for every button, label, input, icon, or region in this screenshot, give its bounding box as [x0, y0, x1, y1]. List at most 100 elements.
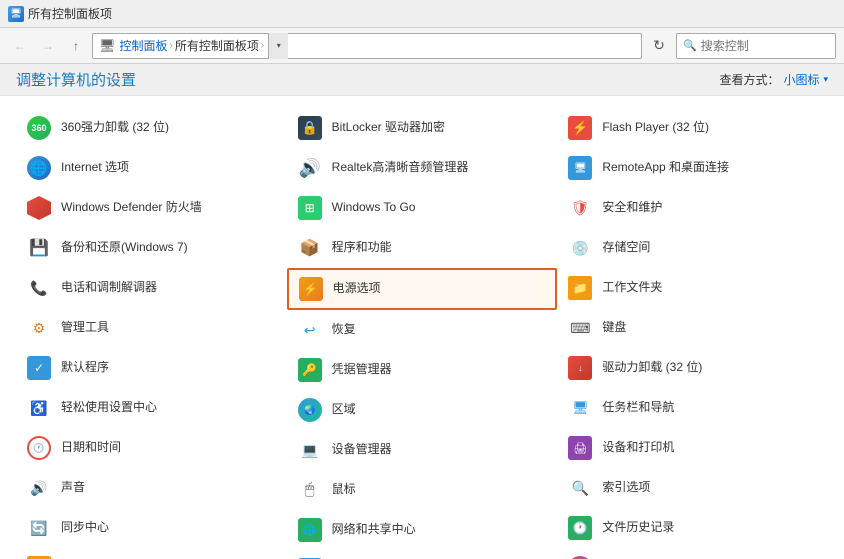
breadcrumb: 控制面板 › 所有控制面板项 › [120, 37, 265, 54]
window-icon: 🖥 [8, 6, 24, 22]
control-item-keyboard[interactable]: ⌨ 键盘 [557, 308, 828, 348]
devprint-icon: 🖨 [566, 434, 594, 462]
search-icon: 🔍 [683, 39, 697, 52]
programs-icon: 📦 [296, 234, 324, 262]
360dl-label: 驱动力卸载 (32 位) [602, 360, 702, 376]
control-item-storage[interactable]: 💿存储空间 [557, 228, 828, 268]
control-item-flash[interactable]: ⚡ Flash Player (32 位) [557, 108, 828, 148]
bitlocker-icon: 🔒 [296, 114, 324, 142]
recover-icon: ↩ [296, 316, 324, 344]
breadcrumb-item-1[interactable]: 所有控制面板项 [175, 37, 259, 54]
control-item-index[interactable]: 🔍索引选项 [557, 468, 828, 508]
control-item-devprint[interactable]: 🖨设备和打印机 [557, 428, 828, 468]
address-input[interactable]: 🖥 控制面板 › 所有控制面板项 › ▾ [92, 33, 642, 59]
phone-icon: 📞 [25, 274, 53, 302]
title-bar: 🖥 所有控制面板项 [0, 0, 844, 28]
control-item-credential[interactable]: 🔑凭据管理器 [287, 350, 558, 390]
power-label: 电源选项 [333, 281, 381, 297]
sound-icon: 🔊 [25, 474, 53, 502]
control-item-realtek[interactable]: 🔊 Realtek高清晰音频管理器 [287, 148, 558, 188]
control-item-network[interactable]: 🌐 网络和共享中心 [287, 510, 558, 550]
control-item-defender[interactable]: Windows Defender 防火墙 [16, 188, 287, 228]
forward-button[interactable]: → [36, 34, 60, 58]
up-button[interactable]: ↑ [64, 34, 88, 58]
control-item-360dl[interactable]: ↓ 驱动力卸载 (32 位) [557, 348, 828, 388]
control-item-workfolder[interactable]: 📁 工作文件夹 [557, 268, 828, 308]
control-item-taskbar[interactable]: 🖥任务栏和导航 [557, 388, 828, 428]
network-label: 网络和共享中心 [332, 522, 416, 538]
refresh-button[interactable]: ↻ [646, 33, 672, 59]
control-item-devmgr[interactable]: 💻设备管理器 [287, 430, 558, 470]
view-mode-selector: 查看方式： 小图标 ▾ [719, 71, 828, 88]
control-item-power[interactable]: ⚡ 电源选项 [287, 268, 558, 310]
items-grid: 360360强力卸载 (32 位)🌐Internet 选项 Windows Def… [16, 108, 828, 559]
control-item-sync[interactable]: 🔄同步中心 [16, 508, 287, 548]
control-item-security[interactable]: 🛡 安全和维护 [557, 188, 828, 228]
security-label: 安全和维护 [602, 200, 662, 216]
view-option-link[interactable]: 小图标 [783, 71, 819, 88]
control-item-sound[interactable]: 🔊 声音 [16, 468, 287, 508]
control-item-region[interactable]: 🌏区域 [287, 390, 558, 430]
control-item-filemgr[interactable]: 📁文件资源管理器选项 [16, 548, 287, 559]
realtek-label: Realtek高清晰音频管理器 [332, 160, 469, 176]
flash-label: Flash Player (32 位) [602, 120, 709, 136]
control-item-datetime[interactable]: 🕐日期和时间 [16, 428, 287, 468]
filehist-icon: 🕐 [566, 514, 594, 542]
control-item-phone[interactable]: 📞 电话和调制解调器 [16, 268, 287, 308]
ease-label: 轻松使用设置中心 [61, 400, 157, 416]
sound-label: 声音 [61, 480, 85, 496]
control-item-manage[interactable]: ⚙管理工具 [16, 308, 287, 348]
manage-icon: ⚙ [25, 314, 53, 342]
view-label: 查看方式： [719, 71, 779, 88]
control-item-mouse[interactable]: 🖱鼠标 [287, 470, 558, 510]
backup-icon: 💾 [25, 234, 53, 262]
control-item-defaultprog[interactable]: ✓默认程序 [16, 348, 287, 388]
workfolder-label: 工作文件夹 [602, 280, 662, 296]
control-item-programs[interactable]: 📦程序和功能 [287, 228, 558, 268]
realtek-icon: 🔊 [296, 154, 324, 182]
control-item-system[interactable]: 🖥系统 [287, 550, 558, 559]
flash-icon: ⚡ [566, 114, 594, 142]
control-item-color[interactable]: 颜色管理 [557, 548, 828, 559]
security-icon: 🛡 [566, 194, 594, 222]
control-item-360uninstall[interactable]: 360360强力卸载 (32 位) [16, 108, 287, 148]
workfolder-icon: 📁 [566, 274, 594, 302]
control-item-backup[interactable]: 💾备份和还原(Windows 7) [16, 228, 287, 268]
back-button[interactable]: ← [8, 34, 32, 58]
credential-icon: 🔑 [296, 356, 324, 384]
search-input[interactable] [701, 39, 829, 53]
region-icon: 🌏 [296, 396, 324, 424]
control-item-ease[interactable]: ♿轻松使用设置中心 [16, 388, 287, 428]
breadcrumb-item-0[interactable]: 控制面板 [120, 37, 168, 54]
mouse-label: 鼠标 [332, 482, 356, 498]
remoteapp-icon: 🖥 [566, 154, 594, 182]
control-item-internet[interactable]: 🌐Internet 选项 [16, 148, 287, 188]
network-icon: 🌐 [296, 516, 324, 544]
devmgr-label: 设备管理器 [332, 442, 392, 458]
keyboard-icon: ⌨ [566, 314, 594, 342]
wintogo-label: Windows To Go [332, 200, 416, 216]
power-icon: ⚡ [297, 275, 325, 303]
taskbar-icon: 🖥 [566, 394, 594, 422]
keyboard-label: 键盘 [602, 320, 626, 336]
page-title: 调整计算机的设置 [16, 69, 136, 90]
defaultprog-label: 默认程序 [61, 360, 109, 376]
wintogo-icon: ⊞ [296, 194, 324, 222]
control-item-recover[interactable]: ↩恢复 [287, 310, 558, 350]
360dl-icon: ↓ [566, 354, 594, 382]
control-item-remoteapp[interactable]: 🖥RemoteApp 和桌面连接 [557, 148, 828, 188]
control-item-bitlocker[interactable]: 🔒BitLocker 驱动器加密 [287, 108, 558, 148]
defender-label: Windows Defender 防火墙 [61, 200, 202, 216]
internet-icon: 🌐 [25, 154, 53, 182]
control-item-wintogo[interactable]: ⊞ Windows To Go [287, 188, 558, 228]
address-bar: ← → ↑ 🖥 控制面板 › 所有控制面板项 › ▾ ↻ 🔍 [0, 28, 844, 64]
storage-label: 存储空间 [602, 240, 650, 256]
breadcrumb-sep-1: › [261, 40, 264, 51]
sync-icon: 🔄 [25, 514, 53, 542]
address-dropdown[interactable]: ▾ [268, 33, 288, 59]
phone-label: 电话和调制解调器 [61, 280, 157, 296]
search-box[interactable]: 🔍 [676, 33, 836, 59]
toolbar: 调整计算机的设置 查看方式： 小图标 ▾ [0, 64, 844, 96]
address-path-icon: 🖥 [99, 38, 116, 54]
control-item-filehist[interactable]: 🕐文件历史记录 [557, 508, 828, 548]
